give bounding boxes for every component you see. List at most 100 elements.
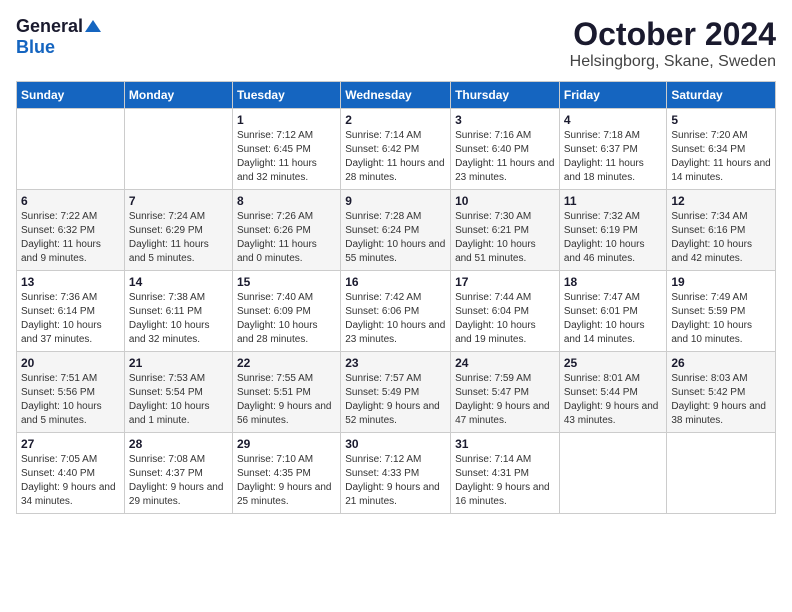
title-section: October 2024 Helsingborg, Skane, Sweden (570, 16, 776, 71)
day-info: Sunrise: 8:03 AMSunset: 5:42 PMDaylight:… (671, 372, 771, 428)
calendar-cell: 4 Sunrise: 7:18 AMSunset: 6:37 PMDaylight… (559, 109, 667, 190)
calendar-week-row: 6 Sunrise: 7:22 AMSunset: 6:32 PMDaylight… (17, 190, 776, 271)
calendar-table: SundayMondayTuesdayWednesdayThursdayFrid… (16, 81, 776, 514)
day-number: 27 (21, 437, 120, 451)
day-info: Sunrise: 7:49 AMSunset: 5:59 PMDaylight:… (671, 291, 771, 347)
page-header: General Blue October 2024 Helsingborg, S… (16, 16, 776, 71)
calendar-cell: 10 Sunrise: 7:30 AMSunset: 6:21 PMDayligh… (451, 190, 560, 271)
day-number: 14 (129, 275, 228, 289)
day-number: 3 (455, 113, 555, 127)
day-info: Sunrise: 7:34 AMSunset: 6:16 PMDaylight:… (671, 210, 771, 266)
day-info: Sunrise: 7:30 AMSunset: 6:21 PMDaylight:… (455, 210, 555, 266)
calendar-header-row: SundayMondayTuesdayWednesdayThursdayFrid… (17, 82, 776, 109)
calendar-cell: 28Sunrise: 7:08 AMSunset: 4:37 PMDayligh… (124, 433, 232, 514)
calendar-cell: 18 Sunrise: 7:47 AMSunset: 6:01 PMDayligh… (559, 271, 667, 352)
day-number: 4 (564, 113, 663, 127)
day-number: 7 (129, 194, 228, 208)
day-info: Sunrise: 7:16 AMSunset: 6:40 PMDaylight:… (455, 129, 555, 185)
day-number: 22 (237, 356, 336, 370)
day-info: Sunrise: 7:28 AMSunset: 6:24 PMDaylight:… (345, 210, 446, 266)
day-number: 21 (129, 356, 228, 370)
calendar-cell: 31 Sunrise: 7:14 AMSunset: 4:31 PMDayligh… (451, 433, 560, 514)
day-info: Sunrise: 7:55 AMSunset: 5:51 PMDaylight:… (237, 372, 336, 428)
day-info: Sunrise: 7:18 AMSunset: 6:37 PMDaylight:… (564, 129, 663, 185)
calendar-cell: 26 Sunrise: 8:03 AMSunset: 5:42 PMDayligh… (667, 352, 776, 433)
calendar-week-row: 20 Sunrise: 7:51 AMSunset: 5:56 PMDayligh… (17, 352, 776, 433)
day-info: Sunrise: 7:36 AMSunset: 6:14 PMDaylight:… (21, 291, 120, 347)
calendar-week-row: 13 Sunrise: 7:36 AMSunset: 6:14 PMDayligh… (17, 271, 776, 352)
day-number: 29 (237, 437, 336, 451)
day-info: Sunrise: 7:22 AMSunset: 6:32 PMDaylight:… (21, 210, 120, 266)
day-number: 8 (237, 194, 336, 208)
header-day-wednesday: Wednesday (341, 82, 451, 109)
calendar-cell: 23Sunrise: 7:57 AMSunset: 5:49 PMDayligh… (341, 352, 451, 433)
calendar-cell: 27 Sunrise: 7:05 AMSunset: 4:40 PMDayligh… (17, 433, 125, 514)
day-number: 20 (21, 356, 120, 370)
calendar-cell: 1Sunrise: 7:12 AMSunset: 6:45 PMDaylight… (232, 109, 340, 190)
day-info: Sunrise: 7:26 AMSunset: 6:26 PMDaylight:… (237, 210, 336, 266)
day-number: 16 (345, 275, 446, 289)
calendar-body: 1Sunrise: 7:12 AMSunset: 6:45 PMDaylight… (17, 109, 776, 514)
calendar-cell (559, 433, 667, 514)
logo-icon (85, 18, 101, 34)
header-day-saturday: Saturday (667, 82, 776, 109)
header-day-tuesday: Tuesday (232, 82, 340, 109)
day-info: Sunrise: 7:24 AMSunset: 6:29 PMDaylight:… (129, 210, 228, 266)
day-info: Sunrise: 7:05 AMSunset: 4:40 PMDaylight:… (21, 453, 120, 509)
day-number: 13 (21, 275, 120, 289)
day-number: 5 (671, 113, 771, 127)
location-title: Helsingborg, Skane, Sweden (570, 53, 776, 71)
day-info: Sunrise: 7:40 AMSunset: 6:09 PMDaylight:… (237, 291, 336, 347)
calendar-week-row: 1Sunrise: 7:12 AMSunset: 6:45 PMDaylight… (17, 109, 776, 190)
day-info: Sunrise: 7:59 AMSunset: 5:47 PMDaylight:… (455, 372, 555, 428)
day-info: Sunrise: 7:53 AMSunset: 5:54 PMDaylight:… (129, 372, 228, 428)
logo: General Blue (16, 16, 101, 58)
day-number: 31 (455, 437, 555, 451)
calendar-cell (17, 109, 125, 190)
calendar-cell: 2 Sunrise: 7:14 AMSunset: 6:42 PMDaylight… (341, 109, 451, 190)
day-info: Sunrise: 7:14 AMSunset: 4:31 PMDaylight:… (455, 453, 555, 509)
day-number: 25 (564, 356, 663, 370)
day-info: Sunrise: 8:01 AMSunset: 5:44 PMDaylight:… (564, 372, 663, 428)
calendar-cell: 7 Sunrise: 7:24 AMSunset: 6:29 PMDaylight… (124, 190, 232, 271)
calendar-cell: 6 Sunrise: 7:22 AMSunset: 6:32 PMDaylight… (17, 190, 125, 271)
day-info: Sunrise: 7:10 AMSunset: 4:35 PMDaylight:… (237, 453, 336, 509)
calendar-cell (667, 433, 776, 514)
calendar-cell: 25 Sunrise: 8:01 AMSunset: 5:44 PMDayligh… (559, 352, 667, 433)
day-number: 18 (564, 275, 663, 289)
calendar-cell: 29 Sunrise: 7:10 AMSunset: 4:35 PMDayligh… (232, 433, 340, 514)
day-number: 26 (671, 356, 771, 370)
logo-general-text: General (16, 16, 83, 37)
day-info: Sunrise: 7:14 AMSunset: 6:42 PMDaylight:… (345, 129, 446, 185)
day-number: 6 (21, 194, 120, 208)
day-number: 2 (345, 113, 446, 127)
day-info: Sunrise: 7:12 AMSunset: 6:45 PMDaylight:… (237, 129, 336, 185)
header-day-thursday: Thursday (451, 82, 560, 109)
calendar-cell: 5 Sunrise: 7:20 AMSunset: 6:34 PMDaylight… (667, 109, 776, 190)
calendar-cell: 3 Sunrise: 7:16 AMSunset: 6:40 PMDaylight… (451, 109, 560, 190)
logo-blue-text: Blue (16, 37, 55, 58)
calendar-cell: 9Sunrise: 7:28 AMSunset: 6:24 PMDaylight… (341, 190, 451, 271)
day-number: 10 (455, 194, 555, 208)
month-title: October 2024 (570, 16, 776, 53)
calendar-cell: 13 Sunrise: 7:36 AMSunset: 6:14 PMDayligh… (17, 271, 125, 352)
day-info: Sunrise: 7:51 AMSunset: 5:56 PMDaylight:… (21, 372, 120, 428)
day-info: Sunrise: 7:20 AMSunset: 6:34 PMDaylight:… (671, 129, 771, 185)
day-number: 19 (671, 275, 771, 289)
day-info: Sunrise: 7:57 AMSunset: 5:49 PMDaylight:… (345, 372, 446, 428)
calendar-cell: 22 Sunrise: 7:55 AMSunset: 5:51 PMDayligh… (232, 352, 340, 433)
calendar-cell: 30Sunrise: 7:12 AMSunset: 4:33 PMDayligh… (341, 433, 451, 514)
day-info: Sunrise: 7:38 AMSunset: 6:11 PMDaylight:… (129, 291, 228, 347)
day-info: Sunrise: 7:08 AMSunset: 4:37 PMDaylight:… (129, 453, 228, 509)
calendar-week-row: 27 Sunrise: 7:05 AMSunset: 4:40 PMDayligh… (17, 433, 776, 514)
day-info: Sunrise: 7:44 AMSunset: 6:04 PMDaylight:… (455, 291, 555, 347)
calendar-cell: 15Sunrise: 7:40 AMSunset: 6:09 PMDayligh… (232, 271, 340, 352)
calendar-cell: 12 Sunrise: 7:34 AMSunset: 6:16 PMDayligh… (667, 190, 776, 271)
calendar-cell: 17Sunrise: 7:44 AMSunset: 6:04 PMDayligh… (451, 271, 560, 352)
day-number: 11 (564, 194, 663, 208)
day-info: Sunrise: 7:47 AMSunset: 6:01 PMDaylight:… (564, 291, 663, 347)
day-info: Sunrise: 7:12 AMSunset: 4:33 PMDaylight:… (345, 453, 446, 509)
day-number: 12 (671, 194, 771, 208)
calendar-cell: 8 Sunrise: 7:26 AMSunset: 6:26 PMDaylight… (232, 190, 340, 271)
calendar-cell: 11Sunrise: 7:32 AMSunset: 6:19 PMDayligh… (559, 190, 667, 271)
